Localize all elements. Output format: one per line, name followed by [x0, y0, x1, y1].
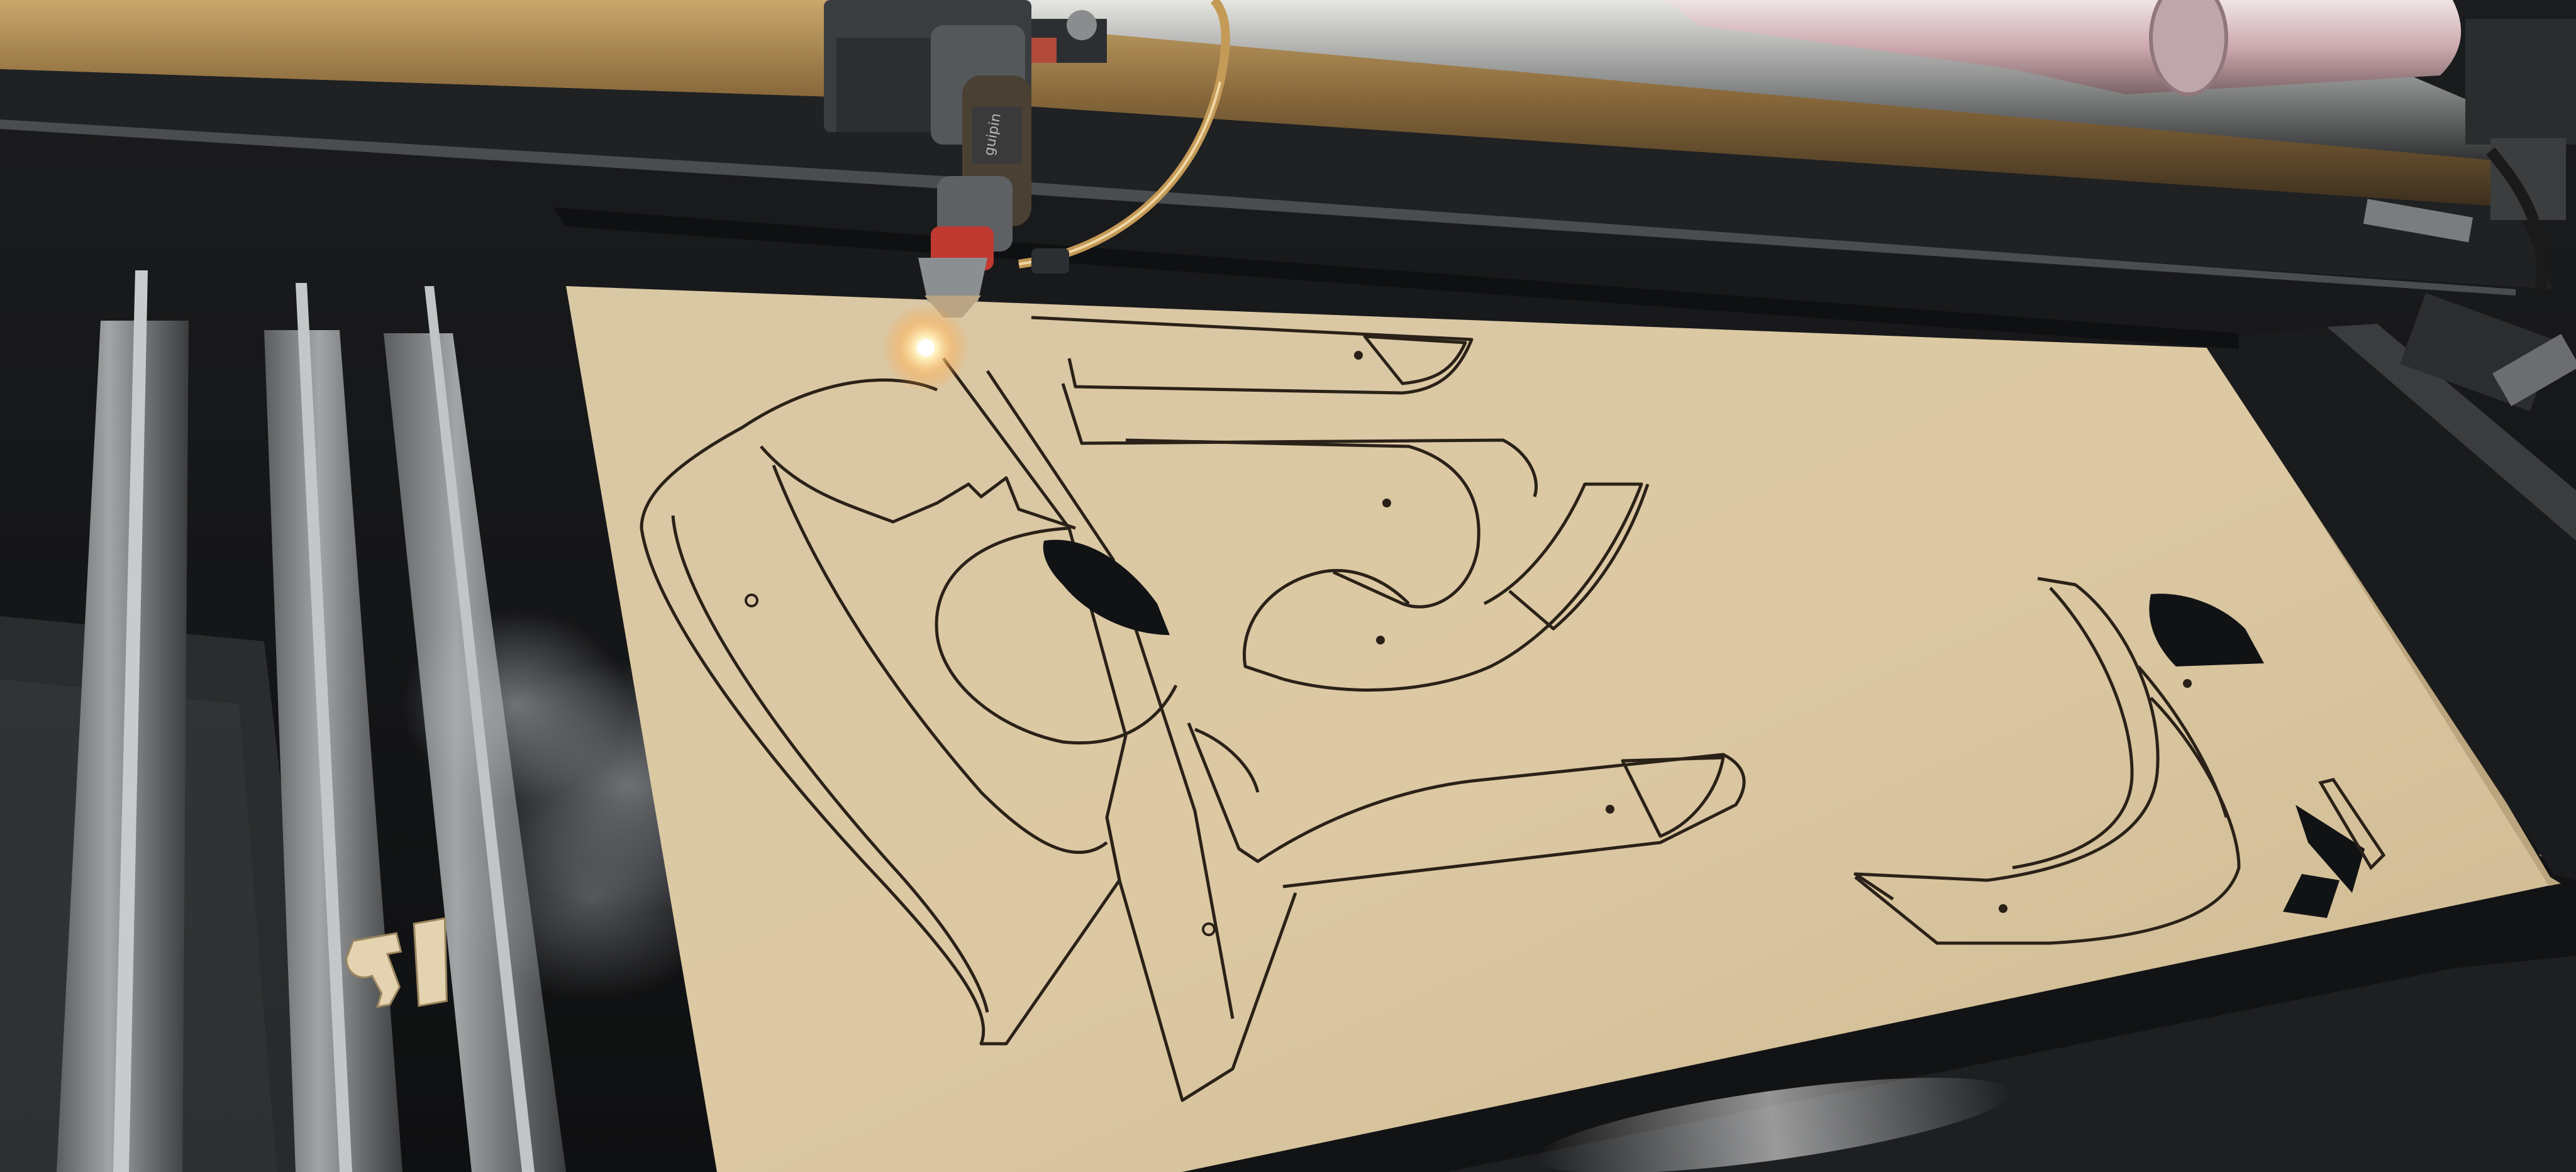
laser-spot — [882, 304, 970, 392]
laser-cutter-photo: guipin — [0, 0, 2576, 1172]
